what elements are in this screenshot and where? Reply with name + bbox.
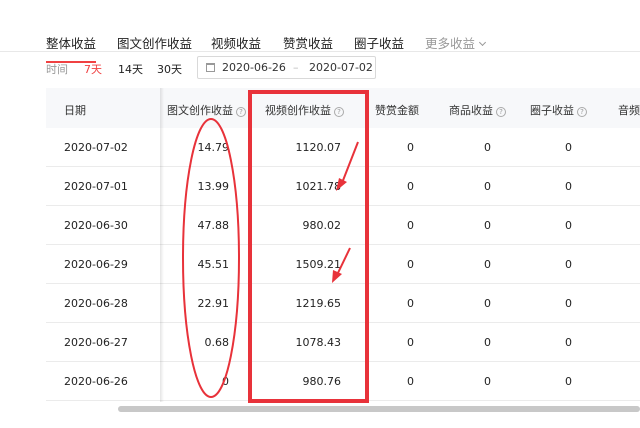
table-row: 2020-07-02 14.79 1120.07 0 0 0 (46, 128, 640, 167)
table-row: 2020-06-28 22.91 1219.65 0 0 0 (46, 284, 640, 323)
cell-value: 0 (407, 258, 414, 271)
cell-value: 0 (565, 141, 572, 154)
cell-value: 22.91 (197, 297, 230, 310)
help-icon[interactable]: ? (334, 107, 344, 117)
cell-value: 0.68 (204, 336, 230, 349)
cell-date: 2020-07-01 (64, 180, 128, 193)
cell-value: 0 (565, 336, 572, 349)
date-start: 2020-06-26 (222, 61, 286, 74)
help-icon[interactable]: ? (577, 107, 587, 117)
col-product-income-label: 商品收益 (449, 104, 493, 117)
cell-date: 2020-06-26 (64, 375, 128, 388)
cell-value: 47.88 (197, 219, 230, 232)
cell-value: 1219.65 (295, 297, 342, 310)
table-row: 2020-06-27 0.68 1078.43 0 0 0 (46, 323, 640, 362)
cell-value: 980.02 (302, 219, 342, 232)
cell-value: 0 (565, 375, 572, 388)
range-30-days[interactable]: 30天 (157, 61, 182, 77)
cell-value: 0 (484, 375, 491, 388)
col-article-income-label: 图文创作收益 (167, 104, 233, 117)
help-icon[interactable]: ? (236, 107, 246, 117)
tab-circle-income[interactable]: 圈子收益 (354, 33, 404, 52)
cell-value: 980.76 (302, 375, 342, 388)
col-article-income: 图文创作收益? (167, 102, 246, 118)
col-circle-income-label: 圈子收益 (530, 104, 574, 117)
cell-value: 14.79 (197, 141, 230, 154)
time-filter-label: 时间 (46, 63, 68, 76)
cell-value: 1120.07 (295, 141, 342, 154)
cell-value: 0 (484, 297, 491, 310)
date-range-picker[interactable]: 2020-06-26 – 2020-07-02 (197, 56, 376, 79)
help-icon[interactable]: ? (496, 107, 506, 117)
range-14-days[interactable]: 14天 (118, 61, 143, 77)
col-date: 日期 (64, 104, 86, 117)
cell-value: 0 (565, 180, 572, 193)
cell-date: 2020-06-27 (64, 336, 128, 349)
cell-value: 0 (565, 258, 572, 271)
col-product-income: 商品收益? (449, 102, 506, 118)
cell-value: 0 (565, 219, 572, 232)
col-audio: 音频 (618, 104, 640, 117)
cell-value: 0 (407, 375, 414, 388)
cell-value: 0 (407, 336, 414, 349)
col-video-income-label: 视频创作收益 (265, 104, 331, 117)
cell-value: 0 (222, 375, 229, 388)
calendar-icon (206, 63, 215, 72)
income-table: 日期 图文创作收益? 视频创作收益? 赞赏金额 商品收益? 圈子收益? 音频 2… (46, 88, 640, 402)
range-7-days[interactable]: 7天 (84, 61, 102, 77)
cell-value: 1021.78 (295, 180, 342, 193)
cell-value: 0 (565, 297, 572, 310)
cell-value: 0 (407, 141, 414, 154)
tab-more-income[interactable]: 更多收益 (425, 33, 487, 52)
tab-overall-income[interactable]: 整体收益 (46, 33, 97, 63)
tab-more-label: 更多收益 (425, 36, 476, 51)
cell-value: 45.51 (197, 258, 230, 271)
cell-value: 0 (484, 141, 491, 154)
income-tabs: 整体收益 图文创作收益 视频收益 赞赏收益 圈子收益 更多收益 (0, 0, 640, 63)
cell-value: 1078.43 (295, 336, 342, 349)
date-separator: – (293, 61, 299, 74)
col-circle-income: 圈子收益? (530, 102, 587, 118)
tab-video-income[interactable]: 视频收益 (211, 33, 261, 52)
cell-date: 2020-06-29 (64, 258, 128, 271)
col-video-income: 视频创作收益? (265, 102, 344, 118)
table-header: 日期 图文创作收益? 视频创作收益? 赞赏金额 商品收益? 圈子收益? 音频 (46, 88, 640, 128)
horizontal-scrollbar[interactable] (118, 406, 640, 412)
cell-date: 2020-06-28 (64, 297, 128, 310)
cell-value: 1509.21 (295, 258, 342, 271)
cell-value: 13.99 (197, 180, 230, 193)
cell-value: 0 (484, 180, 491, 193)
chevron-down-icon (478, 38, 487, 47)
cell-value: 0 (407, 219, 414, 232)
cell-date: 2020-07-02 (64, 141, 128, 154)
cell-value: 0 (484, 258, 491, 271)
tab-appreciation-income[interactable]: 赞赏收益 (283, 33, 333, 52)
cell-value: 0 (407, 297, 414, 310)
table-row: 2020-06-30 47.88 980.02 0 0 0 (46, 206, 640, 245)
scrollbar-thumb[interactable] (118, 406, 640, 412)
cell-value: 0 (484, 219, 491, 232)
date-end: 2020-07-02 (309, 61, 373, 74)
fixed-column-shadow (160, 88, 164, 402)
table-row: 2020-06-29 45.51 1509.21 0 0 0 (46, 245, 640, 284)
cell-value: 0 (407, 180, 414, 193)
cell-value: 0 (484, 336, 491, 349)
table-row: 2020-06-26 0 980.76 0 0 0 (46, 362, 640, 401)
col-appreciation-amount: 赞赏金额 (375, 104, 419, 117)
table-row: 2020-07-01 13.99 1021.78 0 0 0 (46, 167, 640, 206)
tab-article-income[interactable]: 图文创作收益 (117, 33, 192, 52)
cell-date: 2020-06-30 (64, 219, 128, 232)
